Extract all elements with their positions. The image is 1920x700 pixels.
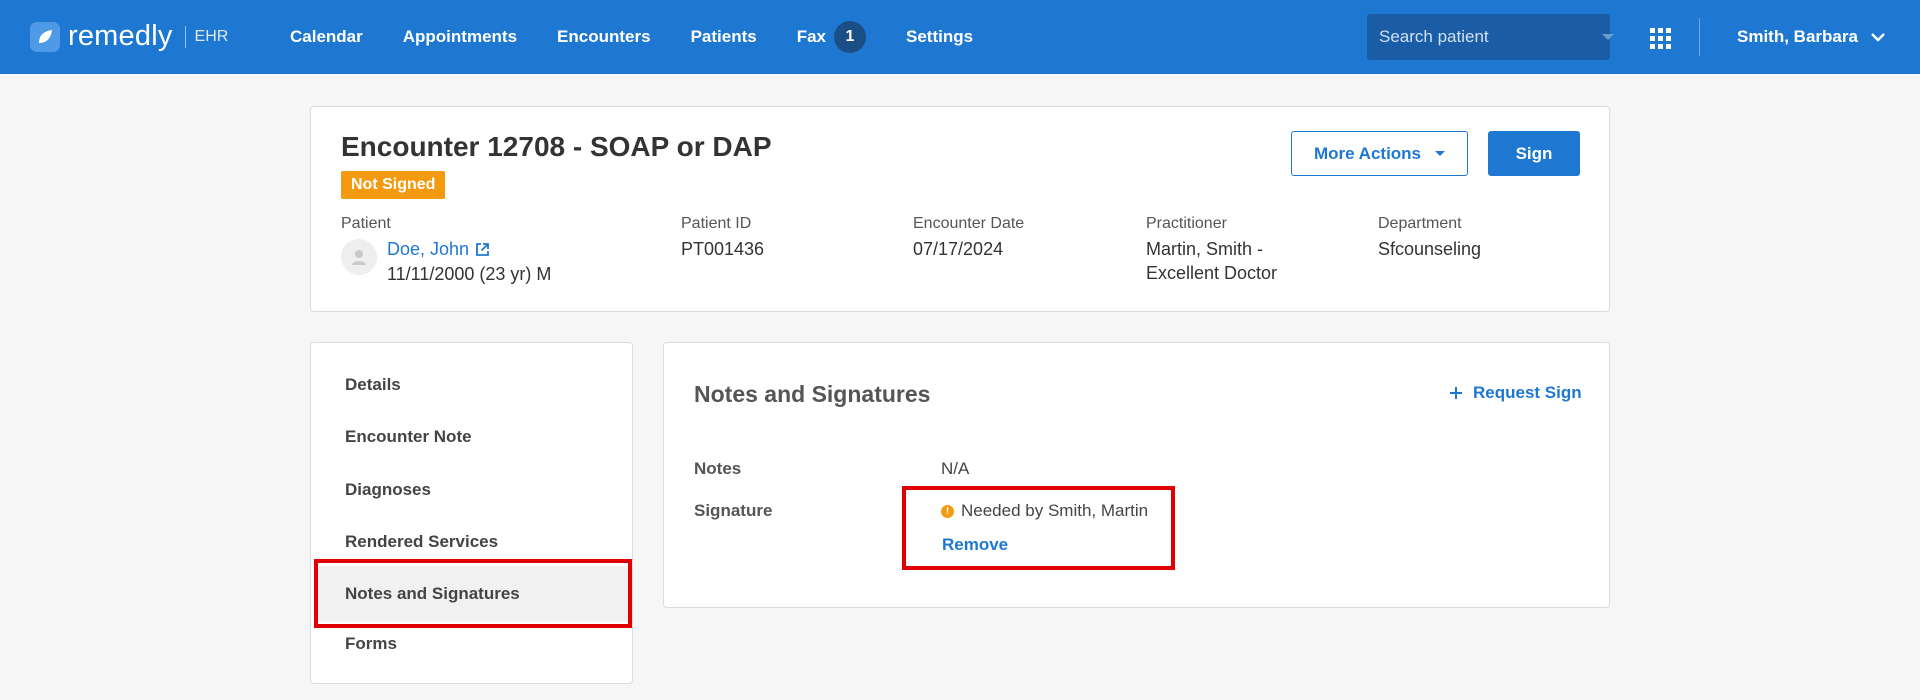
sidebar-item-label: Diagnoses (345, 480, 431, 499)
patient-id-value: PT001436 (681, 239, 765, 259)
patient-id-field: Patient ID PT001436 (681, 215, 764, 261)
user-name: Smith, Barbara (1737, 27, 1858, 46)
nav-patients[interactable]: Patients (691, 27, 757, 47)
signature-status: ! Needed by Smith, Martin (941, 501, 1148, 521)
topbar-divider (1699, 18, 1700, 56)
patient-name: Doe, John (387, 239, 470, 259)
nav-label: Appointments (402, 27, 518, 46)
apps-grid-icon[interactable] (1650, 28, 1671, 49)
sidebar-item-label: Details (345, 375, 401, 394)
nav-encounters[interactable]: Encounters (557, 27, 651, 47)
sidebar-item-rendered-services[interactable]: Rendered Services (315, 517, 628, 567)
sidebar-item-encounter-note[interactable]: Encounter Note (315, 412, 628, 462)
field-label: Patient (341, 215, 391, 232)
nav-label: Calendar (290, 27, 363, 46)
main-nav: Calendar Appointments Encounters Patient… (290, 0, 1013, 74)
status-badge: Not Signed (341, 171, 446, 199)
encounter-date-value: 07/17/2024 (913, 239, 1004, 259)
signature-status-text: Needed by Smith, Martin (961, 501, 1149, 520)
sidebar-item-diagnoses[interactable]: Diagnoses (315, 465, 628, 515)
patient-dob: 11/11/2000 (23 yr) M (387, 264, 552, 284)
plus-icon (1450, 387, 1462, 399)
nav-settings[interactable]: Settings (906, 27, 973, 47)
sidebar-item-forms[interactable]: Forms (315, 619, 628, 669)
nav-appointments[interactable]: Appointments (403, 27, 517, 47)
sidebar-item-label: Forms (345, 634, 397, 653)
sidebar-item-label: Rendered Services (345, 532, 499, 551)
nav-fax[interactable]: Fax 1 (797, 21, 866, 53)
chevron-down-icon[interactable] (1602, 34, 1614, 40)
sidebar-item-label: Encounter Note (345, 427, 472, 446)
field-label: Department (1378, 215, 1462, 232)
patient-field: Patient Doe, John 11/11/2000 (23 yr) M (341, 215, 551, 285)
avatar (341, 239, 377, 275)
top-navbar: remedly EHR Calendar Appointments Encoun… (0, 0, 1920, 74)
patient-search[interactable] (1367, 14, 1614, 60)
notes-label: Notes (694, 459, 742, 478)
nav-label: Patients (690, 27, 757, 46)
more-actions-button[interactable]: More Actions (1291, 131, 1468, 176)
encounter-header-card: Encounter 12708 - SOAP or DAP Not Signed… (310, 106, 1610, 312)
page-title: Encounter 12708 - SOAP or DAP (341, 131, 772, 162)
notes-signatures-panel: Notes and Signatures Request Sign Notes … (663, 342, 1610, 608)
practitioner-value: Martin, Smith - Excellent Doctor (1146, 239, 1278, 283)
patient-name-link[interactable]: Doe, John (387, 239, 551, 260)
warning-icon: ! (941, 504, 954, 518)
more-actions-label: More Actions (1313, 143, 1422, 163)
request-sign-label: Request Sign (1473, 383, 1582, 402)
encounter-date-field: Encounter Date 07/17/2024 (913, 215, 1024, 261)
nav-calendar[interactable]: Calendar (290, 27, 363, 47)
fax-count-badge: 1 (834, 21, 866, 53)
nav-label: Encounters (557, 27, 651, 46)
nav-label: Settings (906, 27, 974, 46)
department-field: Department Sfcounseling (1378, 215, 1481, 261)
field-label: Practitioner (1146, 215, 1227, 232)
sidebar-item-details[interactable]: Details (315, 360, 628, 410)
brand-name: remedly (68, 20, 173, 52)
notes-value: N/A (941, 459, 970, 478)
encounter-sections-nav: Details Encounter Note Diagnoses Rendere… (310, 342, 633, 684)
search-input[interactable] (1377, 26, 1602, 48)
signature-label: Signature (694, 501, 773, 520)
sidebar-item-label: Notes and Signatures (345, 584, 520, 603)
sidebar-item-notes-and-signatures[interactable]: Notes and Signatures (315, 566, 628, 622)
field-label: Patient ID (681, 215, 752, 232)
external-link-icon (476, 243, 489, 256)
request-sign-button[interactable]: Request Sign (1449, 383, 1582, 403)
practitioner-field: Practitioner Martin, Smith - Excellent D… (1146, 215, 1306, 285)
brand-divider (184, 25, 186, 48)
field-label: Encounter Date (913, 215, 1025, 232)
brand-logo[interactable]: remedly EHR (30, 20, 228, 53)
leaf-icon (30, 21, 60, 52)
caret-down-icon (1435, 151, 1446, 156)
department-value: Sfcounseling (1378, 239, 1482, 259)
sign-button[interactable]: Sign (1488, 131, 1580, 176)
user-menu[interactable]: Smith, Barbara (1737, 0, 1886, 74)
user-icon (352, 250, 366, 265)
remove-signature-link[interactable]: Remove (942, 535, 1008, 555)
section-title: Notes and Signatures (694, 381, 931, 407)
chevron-down-icon (1871, 33, 1885, 42)
brand-product: EHR (194, 27, 229, 45)
nav-label: Fax (796, 27, 826, 46)
